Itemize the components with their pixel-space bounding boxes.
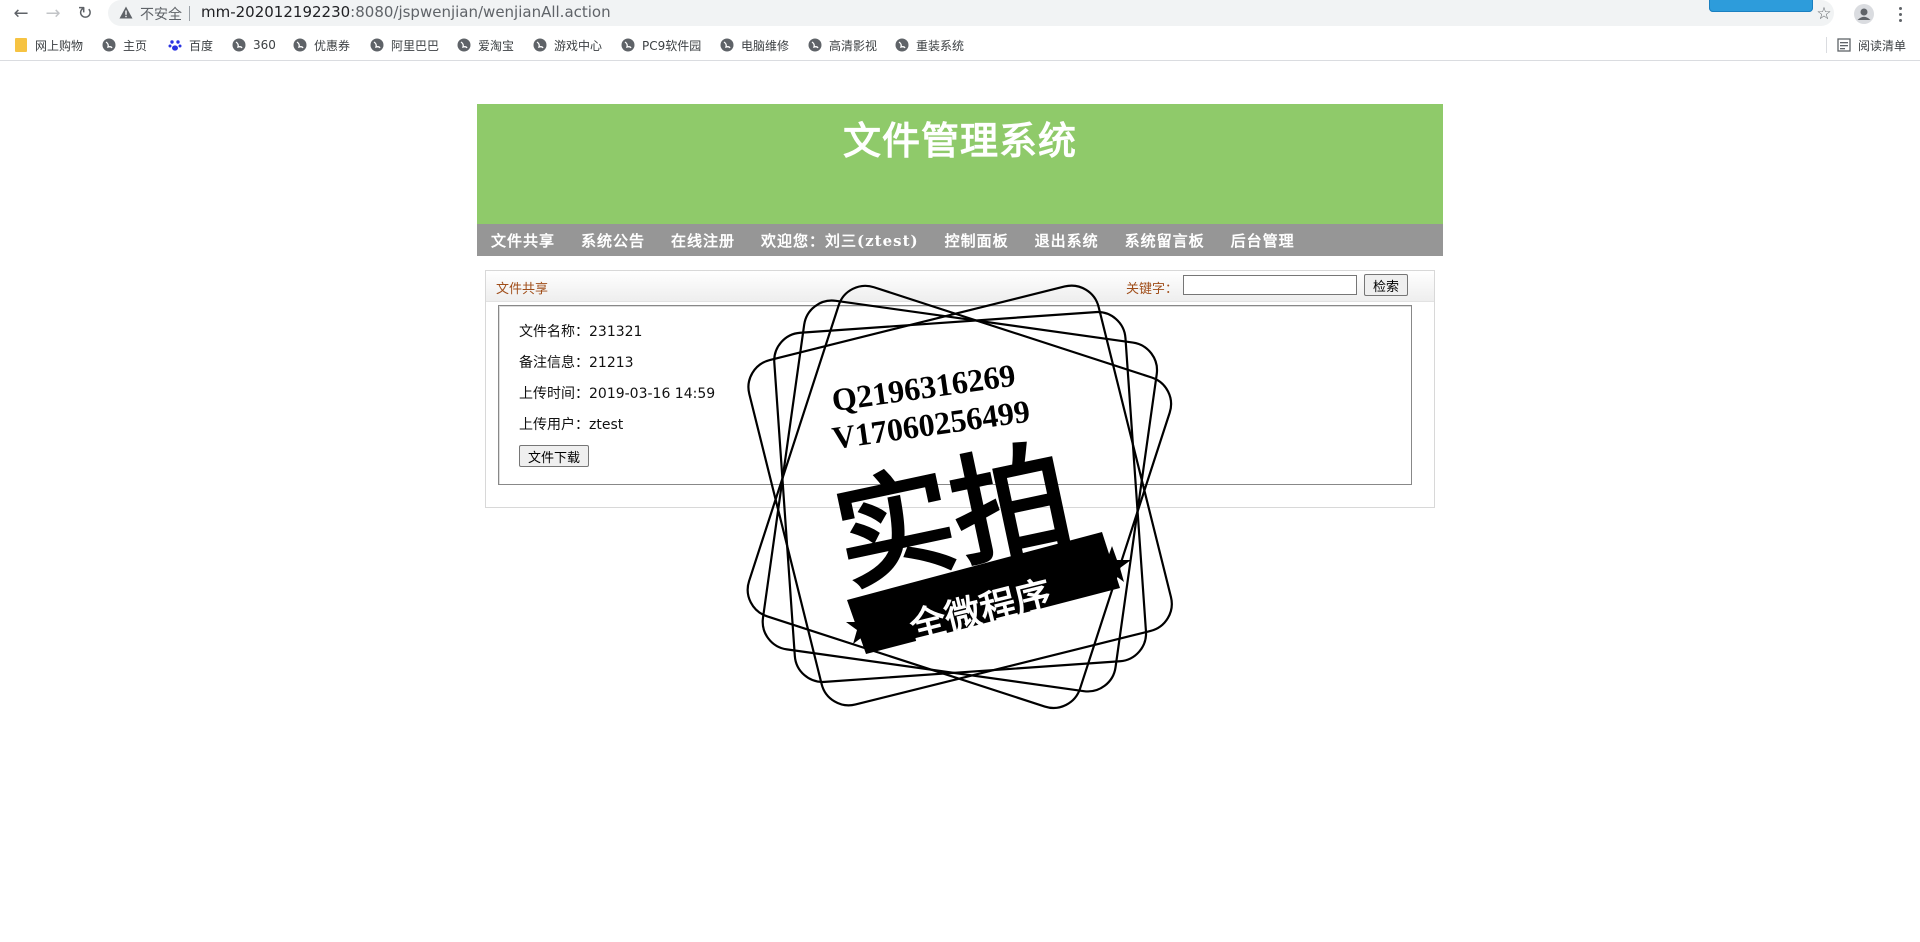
bookmark-label: 优惠券 [314,38,351,53]
site-title: 文件管理系统 [842,118,1077,163]
insecure-label: 不安全 [140,7,182,23]
stamp-ribbon [847,532,1120,654]
reading-list-button[interactable]: 阅读清单 [1825,36,1906,54]
omnibox-separator [189,6,190,21]
browser-toolbar: ← → ↻ 不安全 mm-202012192230:8080/jspwenjia… [0,0,1920,28]
nav-admin[interactable]: 后台管理 [1231,230,1295,251]
globe-icon [533,38,547,52]
file-user-line: 上传用户：ztest [519,417,624,433]
bookmark-label: 游戏中心 [554,38,603,53]
file-time-line: 上传时间：2019-03-16 14:59 [519,386,716,402]
globe-icon [457,38,471,52]
bookmark-item[interactable]: PC9软件园 [621,36,701,54]
nav-welcome-user[interactable]: 欢迎您：刘三(ztest) [761,230,919,251]
bookmark-label: 阿里巴巴 [391,38,440,53]
back-arrow-icon[interactable]: ← [9,2,33,26]
nav-logout[interactable]: 退出系统 [1035,230,1099,251]
bookmark-item[interactable]: 高清影视 [808,36,877,54]
extension-badge-icon[interactable] [1709,0,1813,12]
address-bar[interactable]: 不安全 mm-202012192230:8080/jspwenjian/wenj… [108,0,1834,26]
nav-control-panel[interactable]: 控制面板 [945,230,1009,251]
nav-announcements[interactable]: 系统公告 [581,230,645,251]
kebab-menu-icon[interactable] [1890,2,1910,26]
reload-icon[interactable]: ↻ [73,2,97,26]
reading-list-label: 阅读清单 [1857,38,1906,53]
bookmark-item[interactable]: 360 [232,36,276,54]
file-share-panel: 文件共享 关键字： 检索 文件名称：231321 备注信息：21213 上传时间… [485,270,1435,508]
file-info-box: 文件名称：231321 备注信息：21213 上传时间：2019-03-16 1… [498,305,1412,485]
bookmark-label: 360 [253,38,276,52]
forward-arrow-icon[interactable]: → [41,2,65,26]
bookmark-label: PC9软件园 [642,38,702,53]
star-icon [846,608,884,644]
bookmark-label: 电脑维修 [741,38,790,53]
bookmark-label: 高清影视 [829,38,878,53]
stamp-ribbon-text: 全微程序 [905,573,1056,649]
panel-title: 文件共享 [496,282,549,297]
globe-icon [621,38,635,52]
bookmark-item[interactable]: 优惠券 [293,36,350,54]
bookmark-item[interactable]: 百度 [168,36,213,54]
paw-icon [168,38,182,52]
bookmarks-separator [1825,37,1827,53]
folder-icon [14,38,28,52]
nav-file-share[interactable]: 文件共享 [491,230,555,251]
bookmark-item[interactable]: 重装系统 [895,36,964,54]
bookmark-item[interactable]: 电脑维修 [720,36,789,54]
bookmark-item[interactable]: 网上购物 [14,36,83,54]
bookmark-label: 爱淘宝 [478,38,515,53]
nav-message-board[interactable]: 系统留言板 [1125,230,1205,251]
globe-icon [895,38,909,52]
reading-list-icon [1837,38,1851,52]
url-host: mm-202012192230 [201,3,351,21]
bookmark-item[interactable]: 阿里巴巴 [370,36,439,54]
file-note-line: 备注信息：21213 [519,355,634,371]
warning-triangle-icon[interactable] [118,4,134,20]
panel-header: 文件共享 关键字： 检索 [486,271,1434,302]
file-name-line: 文件名称：231321 [519,324,643,340]
keyword-input[interactable] [1183,275,1357,295]
globe-icon [808,38,822,52]
bookmark-item[interactable]: 爱淘宝 [457,36,514,54]
download-button[interactable]: 文件下载 [519,445,589,467]
globe-icon [102,38,116,52]
globe-icon [370,38,384,52]
nav-register[interactable]: 在线注册 [671,230,735,251]
globe-icon [720,38,734,52]
globe-icon [293,38,307,52]
bookmark-label: 百度 [189,38,214,53]
bookmark-star-icon[interactable]: ☆ [1812,2,1836,26]
bookmark-label: 重装系统 [916,38,965,53]
bookmark-item[interactable]: 游戏中心 [533,36,602,54]
star-icon [1093,546,1131,582]
site-nav: 文件共享 系统公告 在线注册 欢迎您：刘三(ztest) 控制面板 退出系统 系… [477,224,1443,256]
bookmark-label: 网上购物 [35,38,84,53]
bookmarks-bar: 网上购物 主页 百度 360 优惠券 阿里巴巴 爱淘宝 游戏中心 PC9软件园 … [0,30,1920,61]
keyword-label: 关键字： [1126,282,1179,297]
search-button[interactable]: 检索 [1364,274,1408,296]
url-path: :8080/jspwenjian/wenjianAll.action [350,3,611,21]
globe-icon [232,38,246,52]
bookmark-item[interactable]: 主页 [102,36,147,54]
url-text[interactable]: mm-202012192230:8080/jspwenjian/wenjianA… [201,3,611,21]
site-header-banner: 文件管理系统 [477,104,1443,224]
bookmark-label: 主页 [123,38,148,53]
profile-avatar-icon[interactable] [1852,2,1876,26]
